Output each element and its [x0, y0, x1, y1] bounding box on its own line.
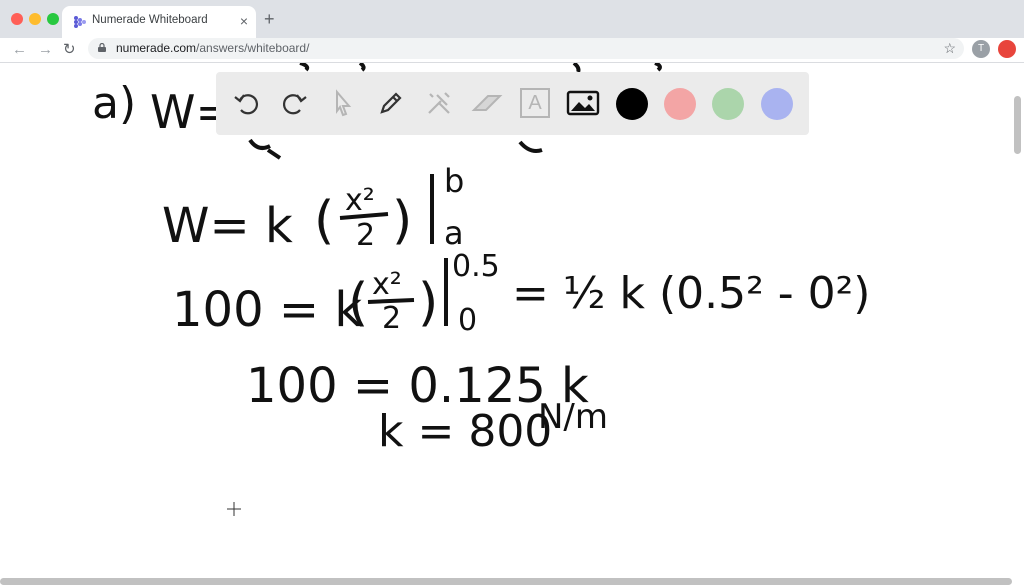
- back-button[interactable]: ←: [12, 40, 27, 60]
- pen-icon: [380, 92, 402, 114]
- browser-tab[interactable]: Numerade Whiteboard ×: [62, 6, 256, 38]
- work-equation-line1: W= k: [162, 198, 293, 254]
- work-equation-line2-rhs: = ½ k (0.5² - 0²): [512, 268, 870, 319]
- undo-button[interactable]: [230, 86, 264, 120]
- lower-limit-1: a: [444, 214, 464, 252]
- paren-open-2: (: [348, 273, 368, 333]
- eraser-icon: [471, 95, 503, 111]
- tab-title: Numerade Whiteboard: [92, 14, 208, 26]
- fraction-den-2: 2: [382, 301, 401, 336]
- extension-icon[interactable]: [998, 40, 1016, 58]
- window-zoom-button[interactable]: [47, 13, 59, 25]
- redo-icon: [282, 94, 307, 115]
- select-tool-button[interactable]: [326, 86, 360, 120]
- window-close-button[interactable]: [11, 13, 23, 25]
- redo-button[interactable]: [277, 86, 311, 120]
- numerade-favicon-icon: [74, 16, 86, 28]
- tools-icon: [428, 92, 450, 114]
- text-icon: A: [520, 88, 550, 118]
- new-tab-button[interactable]: +: [264, 9, 275, 29]
- horizontal-scrollbar[interactable]: [0, 578, 1012, 585]
- color-blue-swatch[interactable]: [761, 88, 793, 120]
- pen-tool-button[interactable]: [374, 86, 408, 120]
- work-equation-line2: 100 = k: [172, 282, 362, 338]
- color-pink-swatch[interactable]: [664, 88, 696, 120]
- reload-button[interactable]: ↻: [63, 40, 76, 60]
- forward-button[interactable]: →: [38, 40, 53, 60]
- fraction-den-1: 2: [356, 218, 375, 253]
- window-minimize-button[interactable]: [29, 13, 41, 25]
- answer-unit: N/m: [538, 397, 608, 437]
- address-bar[interactable]: numerade.com/answers/whiteboard/ ☆: [88, 38, 964, 59]
- tools-button[interactable]: [422, 86, 456, 120]
- lower-limit-2: 0: [458, 303, 477, 338]
- select-pointer-icon: [336, 89, 352, 117]
- color-green-swatch[interactable]: [712, 88, 744, 120]
- fraction-num-2: x²: [372, 267, 402, 302]
- lock-icon: [98, 43, 106, 52]
- undo-icon: [234, 94, 259, 115]
- upper-limit-2: 0.5: [452, 249, 500, 284]
- vertical-scrollbar[interactable]: [1014, 96, 1021, 154]
- url-domain: numerade.com: [116, 41, 197, 55]
- whiteboard-toolbar: A: [216, 72, 809, 135]
- paren-close-2: ): [418, 273, 438, 333]
- eraser-tool-button[interactable]: [470, 86, 504, 120]
- browser-toolbar: ← → ↻ numerade.com/answers/whiteboard/ ☆…: [0, 38, 1024, 63]
- upper-limit-1: b: [444, 162, 464, 200]
- paren-open-1: (: [314, 191, 334, 251]
- fraction-num-1: x²: [345, 183, 375, 218]
- whiteboard-canvas[interactable]: a) W= W= k ( x² 2 ) b a 100 = k ( x² 2 )…: [0, 63, 1024, 588]
- paren-close-1: ): [392, 191, 412, 251]
- url-path: /answers/whiteboard/: [196, 41, 310, 55]
- image-icon: [566, 90, 600, 116]
- part-label: a): [92, 78, 136, 129]
- tab-close-button[interactable]: ×: [240, 12, 248, 30]
- url-text: numerade.com/answers/whiteboard/: [116, 41, 309, 55]
- crosshair-cursor-icon: [227, 502, 241, 516]
- color-black-swatch[interactable]: [616, 88, 648, 120]
- work-equation-line4: k = 800: [378, 406, 552, 457]
- text-tool-button[interactable]: A: [518, 86, 552, 120]
- browser-tab-strip: Numerade Whiteboard × +: [0, 0, 1024, 38]
- image-tool-button[interactable]: [566, 86, 600, 120]
- profile-avatar[interactable]: T: [972, 40, 990, 58]
- bookmark-star-icon[interactable]: ☆: [943, 39, 956, 57]
